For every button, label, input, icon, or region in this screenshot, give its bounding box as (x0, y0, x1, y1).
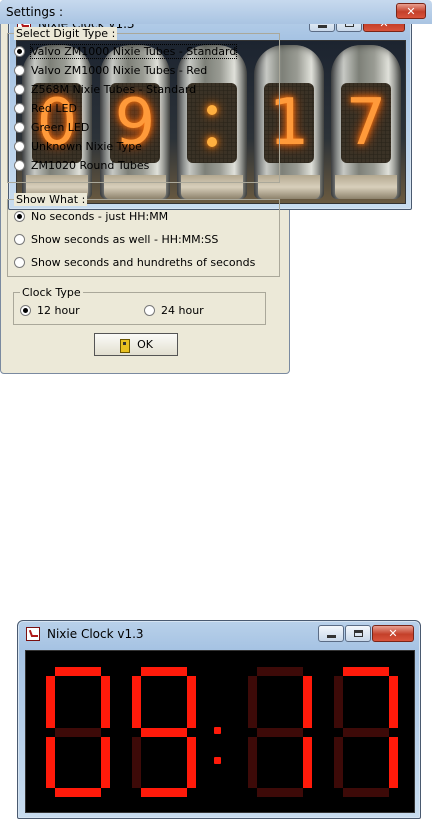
radio-button[interactable] (14, 45, 25, 57)
option-label: Valvo ZM1000 Nixie Tubes - Standard (29, 43, 238, 59)
radio-valvo-red[interactable]: Valvo ZM1000 Nixie Tubes - Red (14, 62, 207, 78)
led-display (25, 650, 415, 813)
ok-label: OK (137, 338, 153, 351)
led-segment (248, 736, 257, 788)
option-label: Show seconds and hundreths of seconds (31, 255, 256, 269)
option-label: Unknown Nixie Type (31, 139, 142, 153)
radio-button[interactable] (14, 121, 25, 133)
led-segment (46, 736, 55, 788)
radio-24-hour[interactable]: 24 hour (144, 302, 204, 318)
led-segment (257, 727, 303, 737)
led-segment (257, 667, 303, 676)
radio-12-hour[interactable]: 12 hour (20, 302, 80, 318)
radio-button[interactable] (14, 233, 25, 245)
close-icon: ✕ (406, 4, 416, 18)
show-what-group: Show What : No seconds - just HH:MM Show… (7, 193, 280, 277)
close-button[interactable]: ✕ (372, 625, 414, 642)
led-segment (141, 788, 187, 797)
led-segment (55, 667, 101, 676)
led-clock-window: Nixie Clock v1.3 ✕ (17, 620, 421, 819)
led-segment (303, 736, 312, 788)
group-title: Select Digit Type : (14, 27, 118, 40)
option-label: 12 hour (37, 303, 80, 317)
led-segment (132, 676, 141, 728)
led-segment (248, 676, 257, 728)
option-label: Valvo ZM1000 Nixie Tubes - Red (31, 63, 208, 77)
led-colon-dot (214, 727, 221, 734)
radio-green-led[interactable]: Green LED (14, 119, 89, 135)
group-title: Show What : (14, 193, 88, 206)
led-segment (343, 667, 389, 676)
radio-zm1020[interactable]: ZM1020 Round Tubes (14, 157, 149, 173)
radio-show-seconds[interactable]: Show seconds as well - HH:MM:SS (14, 231, 218, 247)
option-label: Red LED (31, 101, 77, 115)
led-segment (132, 736, 141, 788)
led-segment (343, 788, 389, 797)
radio-show-hundreths[interactable]: Show seconds and hundreths of seconds (14, 254, 255, 270)
minimize-button[interactable] (318, 625, 344, 642)
radio-no-seconds[interactable]: No seconds - just HH:MM (14, 208, 168, 224)
digit-type-group: Select Digit Type : Valvo ZM1000 Nixie T… (7, 27, 280, 183)
option-label: No seconds - just HH:MM (31, 209, 169, 223)
radio-button[interactable] (14, 210, 25, 222)
radio-button[interactable] (14, 159, 25, 171)
dialog-title: Settings : (6, 5, 64, 19)
radio-z568m[interactable]: Z568M Nixie Tubes - Standard (14, 81, 196, 97)
dialog-title-bar[interactable]: Settings : ✕ (0, 0, 432, 24)
led-segment (141, 727, 187, 737)
dialog-close-button[interactable]: ✕ (396, 3, 426, 19)
led-segment (101, 736, 110, 788)
window-title: Nixie Clock v1.3 (47, 627, 144, 641)
app-icon[interactable] (26, 627, 40, 641)
radio-unknown-nixie[interactable]: Unknown Nixie Type (14, 138, 142, 154)
led-segment (46, 676, 55, 728)
minimize-icon (317, 25, 327, 28)
led-segment (334, 736, 343, 788)
minimize-icon (326, 635, 336, 638)
led-segment (187, 736, 196, 788)
radio-button[interactable] (14, 140, 25, 152)
led-segment (187, 676, 196, 728)
nixie-tube: 7 (331, 45, 401, 199)
radio-button[interactable] (14, 102, 25, 114)
radio-button[interactable] (144, 304, 155, 316)
maximize-button[interactable] (345, 625, 371, 642)
radio-red-led[interactable]: Red LED (14, 100, 77, 116)
ok-button[interactable]: OK (94, 333, 178, 356)
group-title: Clock Type (20, 286, 83, 299)
led-segment (334, 676, 343, 728)
led-colon-dot (214, 757, 221, 764)
led-segment (101, 676, 110, 728)
led-segment (55, 788, 101, 797)
option-label: Show seconds as well - HH:MM:SS (31, 232, 219, 246)
led-segment (55, 727, 101, 737)
radio-button[interactable] (20, 304, 31, 316)
option-label: Z568M Nixie Tubes - Standard (31, 82, 197, 96)
radio-valvo-standard[interactable]: Valvo ZM1000 Nixie Tubes - Standard (14, 43, 238, 59)
led-segment (303, 676, 312, 728)
radio-button[interactable] (14, 256, 25, 268)
option-label: 24 hour (161, 303, 204, 317)
led-segment (257, 788, 303, 797)
radio-button[interactable] (14, 64, 25, 76)
clock-type-group: Clock Type 12 hour 24 hour (13, 286, 266, 325)
led-segment (343, 727, 389, 737)
title-bar[interactable]: Nixie Clock v1.3 ✕ (18, 621, 420, 648)
maximize-icon (353, 630, 363, 637)
close-icon: ✕ (388, 627, 398, 640)
option-label: ZM1020 Round Tubes (31, 158, 150, 172)
led-segment (389, 676, 398, 728)
radio-button[interactable] (14, 83, 25, 95)
led-segment (141, 667, 187, 676)
door-icon (119, 338, 131, 353)
led-segment (389, 736, 398, 788)
nixie-digit: 7 (345, 86, 387, 160)
option-label: Green LED (31, 120, 90, 134)
